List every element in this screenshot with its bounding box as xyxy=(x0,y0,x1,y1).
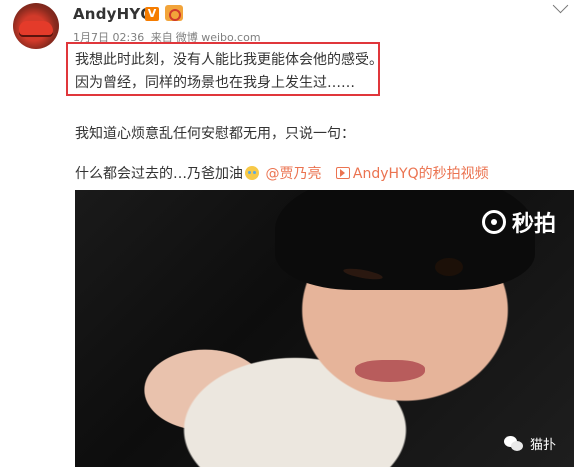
vip-icon xyxy=(165,5,183,21)
chevron-down-icon[interactable] xyxy=(552,0,569,14)
post-line-4-text: 什么都会过去的…乃爸加油 xyxy=(75,166,243,182)
verified-v-icon: V xyxy=(145,7,159,21)
mouth xyxy=(355,360,425,382)
miaopai-logo-text: 秒拍 xyxy=(511,212,556,237)
miaopai-logo: 秒拍 xyxy=(481,206,556,238)
video-link[interactable]: AndyHYQ的秒拍视频 xyxy=(335,166,489,182)
wechat-icon xyxy=(503,435,524,452)
post-line-4: 什么都会过去的…乃爸加油 @贾乃亮 AndyHYQ的秒拍视频 xyxy=(75,163,489,183)
video-link-label: AndyHYQ的秒拍视频 xyxy=(352,166,489,182)
post-line-2: 因为曾经，同样的场景也在我身上发生过…… xyxy=(75,75,355,91)
video-player[interactable]: 秒拍 猫扑 xyxy=(75,190,574,467)
hair-shape xyxy=(275,190,535,290)
username[interactable]: AndyHYQ xyxy=(73,5,153,23)
post-line-3: 我知道心烦意乱任何安慰都无用，只说一句： xyxy=(75,126,355,142)
camera-icon xyxy=(481,210,506,234)
crying-emoji-icon xyxy=(245,166,259,180)
car-image xyxy=(19,21,53,35)
source-watermark-text: 猫扑 xyxy=(529,438,556,453)
eye-right xyxy=(435,258,463,276)
post-line-1: 我想此时此刻，没有人能比我更能体会他的感受。 xyxy=(75,52,383,68)
source-watermark: 猫扑 xyxy=(503,434,556,453)
avatar[interactable] xyxy=(13,3,59,49)
mention-link[interactable]: @贾乃亮 xyxy=(265,166,321,182)
video-icon xyxy=(335,167,350,179)
